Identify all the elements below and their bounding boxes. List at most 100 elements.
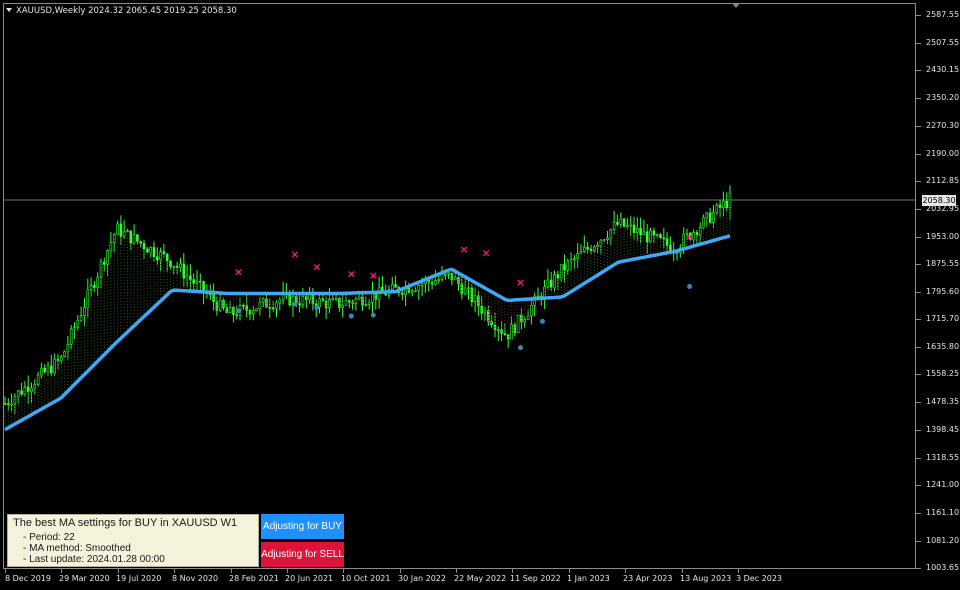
candle-body	[341, 304, 345, 308]
candle-body	[119, 223, 123, 237]
sell-signal-icon: ×	[481, 246, 490, 259]
price-tick-label: 2270.30	[926, 121, 960, 130]
panel-ma-method: - MA method: Smoothed	[23, 543, 131, 554]
candle-body	[189, 275, 192, 280]
candle-body	[361, 296, 364, 306]
panel-last-update: - Last update: 2024.01.28 00:00	[23, 554, 165, 565]
ma-ribbon-layer	[4, 193, 731, 430]
date-tick-label: 22 May 2022	[454, 574, 507, 583]
current-price-label: 2058.30	[922, 195, 956, 206]
candle-body	[662, 237, 666, 240]
candle-body	[718, 204, 722, 208]
date-tick-label: 13 Aug 2023	[680, 574, 732, 583]
chart-window[interactable]: × × × × × × × × × XAUUSD,Weekly 2024.32 2065.45 …	[0, 0, 960, 590]
candle-body	[79, 315, 83, 321]
price-tick	[916, 154, 921, 155]
candle-body	[103, 261, 106, 265]
candle-body	[182, 263, 186, 279]
sell-signal-icon: ×	[347, 267, 356, 280]
candle-body	[26, 386, 30, 392]
price-tick	[916, 347, 921, 348]
candle-body	[278, 299, 282, 304]
candle-body	[156, 256, 159, 261]
date-tick	[61, 569, 62, 573]
candle-body	[394, 284, 397, 288]
candle-body	[344, 300, 348, 306]
price-tick-label: 1318.55	[926, 453, 960, 462]
sell-signal-icon: ×	[369, 269, 378, 282]
candle-body	[632, 224, 636, 233]
date-tick-label: 11 Sep 2022	[510, 574, 561, 583]
candle-body	[165, 253, 169, 262]
candle-body	[563, 264, 566, 271]
candle-body	[523, 319, 527, 323]
price-tick	[916, 485, 921, 486]
date-tick	[512, 569, 513, 573]
buy-signal-dot	[370, 312, 376, 318]
candle-body	[328, 299, 331, 308]
price-tick	[916, 70, 921, 71]
price-tick	[916, 98, 921, 99]
buy-signal-dot	[292, 301, 298, 307]
buy-signal-dot	[236, 308, 241, 314]
candle-body	[93, 284, 96, 288]
candle-body	[255, 308, 258, 312]
price-tick-label: 1478.35	[926, 397, 960, 406]
candle-body	[510, 324, 513, 340]
candle-body	[414, 289, 417, 292]
sell-signal-icon: ×	[312, 260, 321, 273]
price-tick	[916, 430, 921, 431]
price-tick-label: 2587.55	[926, 10, 960, 19]
candle-body	[331, 297, 335, 300]
panel-period: - Period: 22	[23, 532, 75, 543]
sell-signal-icon: ×	[459, 243, 468, 256]
date-tick-label: 1 Jan 2023	[567, 574, 610, 583]
candle-body	[232, 307, 235, 315]
candles-layer	[3, 185, 732, 414]
candle-body	[437, 278, 441, 281]
price-tick-label: 1003.65	[926, 563, 960, 572]
candle-body	[252, 310, 255, 315]
candle-body	[318, 298, 321, 308]
candle-body	[139, 241, 142, 244]
price-tick-label: 2507.55	[926, 38, 960, 47]
candle-body	[417, 284, 421, 291]
price-tick-label: 1875.55	[926, 259, 960, 268]
candle-body	[242, 304, 245, 307]
buy-signal-dot	[540, 318, 545, 324]
price-tick	[916, 541, 921, 542]
candle-body	[129, 230, 133, 244]
date-tick-label: 8 Dec 2019	[5, 574, 52, 583]
date-tick	[682, 569, 683, 573]
price-tick	[916, 181, 921, 182]
price-tick	[916, 374, 921, 375]
price-tick	[916, 15, 921, 16]
date-tick-label: 29 Mar 2020	[59, 574, 110, 583]
price-tick-label: 1558.25	[926, 369, 960, 378]
date-tick	[174, 569, 175, 573]
title-dropdown-icon[interactable]	[6, 8, 12, 12]
candle-body	[566, 260, 570, 271]
date-tick-label: 10 Oct 2021	[341, 574, 391, 583]
candle-body	[308, 294, 311, 300]
candle-body	[49, 365, 53, 374]
sell-signal-icon: ×	[290, 248, 299, 261]
candle-body	[371, 292, 374, 303]
candle-body	[268, 307, 272, 309]
date-tick-label: 20 Jun 2021	[285, 574, 334, 583]
candle-body	[218, 299, 222, 311]
date-tick	[569, 569, 570, 573]
candle-body	[354, 298, 358, 304]
price-tick	[916, 402, 921, 403]
candle-body	[616, 222, 619, 225]
candle-body	[228, 307, 232, 314]
candle-body	[645, 231, 649, 243]
adjust-buy-button[interactable]: Adjusting for BUY	[261, 514, 344, 539]
candle-body	[496, 329, 500, 331]
candle-body	[136, 234, 139, 242]
adjust-sell-button[interactable]: Adjusting for SELL	[261, 542, 344, 567]
candle-body	[526, 315, 530, 320]
date-tick	[456, 569, 457, 573]
date-tick	[118, 569, 119, 573]
candle-body	[549, 279, 553, 288]
